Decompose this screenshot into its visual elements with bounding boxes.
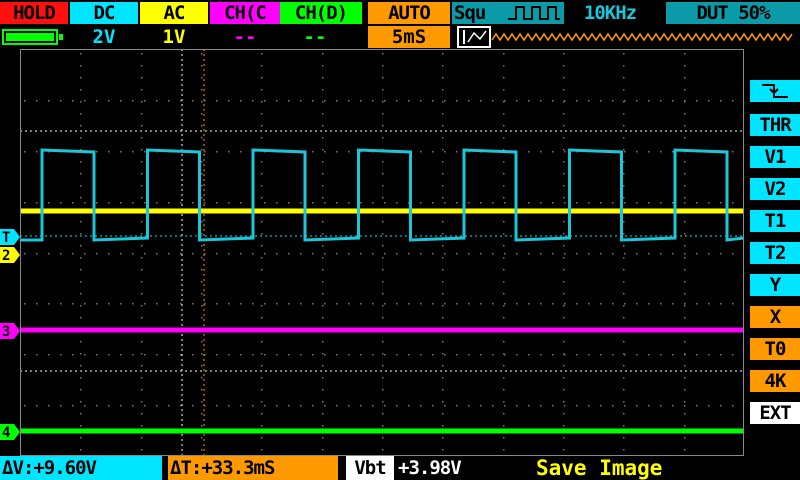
side-menu-t0[interactable]: T0 (750, 338, 800, 360)
timebase-badge[interactable]: 5mS (368, 26, 450, 48)
delta-t-readout: ΔT:+33.3mS (168, 456, 338, 480)
trigger-marker[interactable]: T (0, 229, 22, 245)
battery-voltage-tag: Vbt (346, 456, 394, 480)
wave-thumbnail-icon (457, 26, 793, 48)
side-menu-ext[interactable]: EXT (750, 402, 800, 424)
side-menu-x[interactable]: X (750, 306, 800, 328)
side-menu-v1[interactable]: V1 (750, 146, 800, 168)
ch2-volts-div[interactable]: 1V (140, 26, 208, 48)
trigger-marker-label: T (2, 230, 10, 245)
ch2-marker[interactable]: 2 (0, 247, 22, 263)
side-menu-4k[interactable]: 4K (750, 370, 800, 392)
side-menu-t2[interactable]: T2 (750, 242, 800, 264)
trigger-mode-badge[interactable]: AUTO (368, 2, 450, 24)
hold-badge[interactable]: HOLD (0, 2, 68, 24)
ch3-marker-label: 3 (2, 324, 10, 339)
wave-type-label: Squ (454, 2, 486, 24)
duty-cycle-badge[interactable]: DUT 50% (666, 2, 800, 24)
ch3-marker[interactable]: 3 (0, 323, 22, 339)
ch4-marker-label: 4 (2, 425, 10, 440)
square-wave-icon (508, 6, 560, 20)
ch3-badge[interactable]: CH(C (210, 2, 280, 24)
generator-frequency[interactable]: 10KHz (566, 2, 654, 24)
plot-border (20, 49, 744, 456)
side-menu-v2[interactable]: V2 (750, 178, 800, 200)
save-image-button[interactable]: Save Image (536, 456, 662, 480)
delta-v-readout: ΔV:+9.60V (0, 456, 162, 480)
wave-type-badge[interactable]: Squ (452, 2, 564, 24)
ch2-coupling-badge[interactable]: AC (140, 2, 208, 24)
ch1-volts-div[interactable]: 2V (70, 26, 138, 48)
graticule-grid (24, 53, 734, 451)
side-menu-t1[interactable]: T1 (750, 210, 800, 232)
battery-voltage-value: +3.98V (398, 457, 462, 479)
side-menu-y[interactable]: Y (750, 274, 800, 296)
ch3-volts-div[interactable]: -- (210, 26, 280, 48)
ch4-marker[interactable]: 4 (0, 424, 22, 440)
falling-edge-icon (762, 84, 788, 98)
ch4-volts-div[interactable]: -- (280, 26, 350, 48)
ch1-trace (20, 148, 744, 242)
battery-icon (2, 29, 63, 45)
trigger-edge-button[interactable] (750, 80, 800, 102)
ch4-badge[interactable]: CH(D) (280, 2, 362, 24)
waveform-display[interactable] (20, 49, 744, 456)
ch2-marker-label: 2 (2, 248, 10, 263)
side-menu-thr[interactable]: THR (750, 114, 800, 136)
ch1-coupling-badge[interactable]: DC (70, 2, 138, 24)
